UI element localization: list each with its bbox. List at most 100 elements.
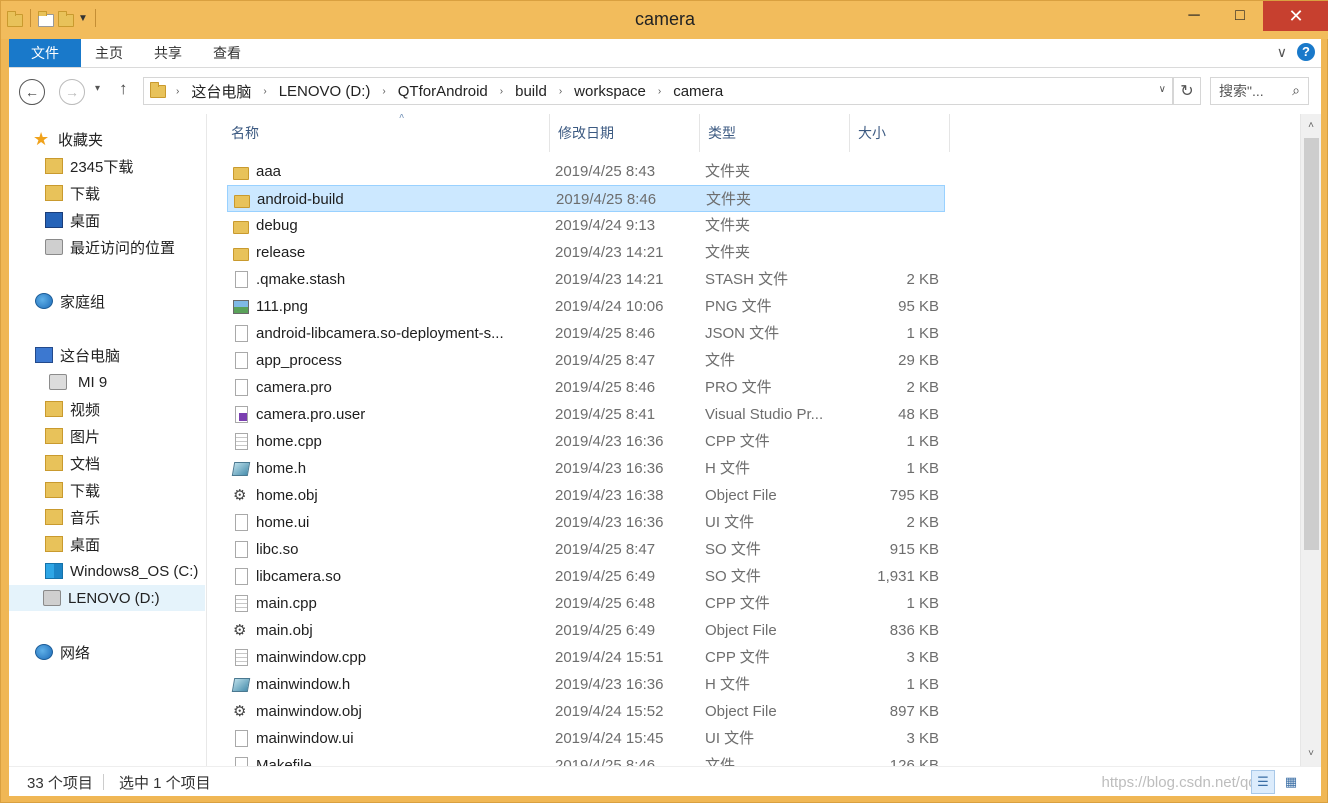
- star-icon: ★: [33, 129, 50, 149]
- file-row[interactable]: android-build 2019/4/25 8:46 文件夹: [227, 185, 945, 212]
- breadcrumb-drive-d[interactable]: LENOVO (D:): [279, 83, 371, 100]
- file-row[interactable]: home.ui 2019/4/23 16:36 UI 文件 2 KB: [227, 509, 945, 536]
- sidebar-item-label: Windows8_OS (C:): [70, 562, 199, 580]
- file-type: SO 文件: [705, 568, 761, 585]
- large-icons-view-icon[interactable]: ▦: [1279, 770, 1303, 794]
- scrollbar-thumb[interactable]: [1304, 138, 1319, 550]
- minimize-button[interactable]: ─: [1171, 1, 1217, 31]
- file-row[interactable]: camera.pro 2019/4/25 8:46 PRO 文件 2 KB: [227, 374, 945, 401]
- address-bar[interactable]: › 这台电脑 › LENOVO (D:) › QTforAndroid › bu…: [143, 77, 1173, 105]
- file-date: 2019/4/25 8:46: [555, 379, 656, 396]
- file-row[interactable]: ⚙ home.obj 2019/4/23 16:38 Object File 795 K…: [227, 482, 945, 509]
- file-row[interactable]: mainwindow.h 2019/4/23 16:36 H 文件 1 KB: [227, 671, 945, 698]
- forward-button[interactable]: →: [59, 79, 85, 105]
- search-input[interactable]: 搜索"... ⌕: [1210, 77, 1309, 105]
- file-date: 2019/4/23 16:38: [555, 487, 664, 504]
- tab-file[interactable]: 文件: [9, 39, 81, 67]
- file-date: 2019/4/25 8:46: [555, 325, 656, 342]
- tab-share[interactable]: 共享: [140, 39, 196, 67]
- maximize-button[interactable]: □: [1217, 1, 1263, 31]
- chevron-down-icon[interactable]: ∨: [1159, 84, 1166, 95]
- file-row[interactable]: app_process 2019/4/25 8:47 文件 29 KB: [227, 347, 945, 374]
- file-type: 文件夹: [705, 163, 751, 180]
- file-name: .qmake.stash: [256, 271, 346, 288]
- breadcrumb-this-pc[interactable]: 这台电脑: [191, 81, 251, 102]
- details-view-icon[interactable]: ☰: [1251, 770, 1275, 794]
- file-row[interactable]: home.cpp 2019/4/23 16:36 CPP 文件 1 KB: [227, 428, 945, 455]
- file-row[interactable]: Makefile 2019/4/25 8:46 文件 126 KB: [227, 752, 945, 766]
- sidebar-item-label: 音乐: [70, 509, 101, 527]
- chevron-right-icon[interactable]: ›: [500, 86, 503, 97]
- file-size: 3 KB: [906, 649, 939, 666]
- recent-locations-button[interactable]: ▾: [95, 83, 100, 94]
- sidebar-item-mi9[interactable]: MI 9: [45, 369, 107, 395]
- sidebar-item-2345-downloads[interactable]: 2345下载: [45, 153, 133, 179]
- sidebar-item-homegroup[interactable]: 家庭组: [35, 288, 105, 314]
- sidebar-item-pc-desktop[interactable]: 桌面: [45, 531, 100, 557]
- breadcrumb-workspace[interactable]: workspace: [574, 83, 646, 100]
- breadcrumb-build[interactable]: build: [515, 83, 547, 100]
- chevron-right-icon[interactable]: ›: [263, 86, 266, 97]
- sidebar-item-network[interactable]: 网络: [35, 639, 90, 665]
- back-button[interactable]: ←: [19, 79, 45, 105]
- close-button[interactable]: ✕: [1263, 1, 1328, 31]
- expand-ribbon-icon[interactable]: ∨: [1277, 44, 1287, 61]
- file-row[interactable]: ⚙ mainwindow.obj 2019/4/24 15:52 Object Fil…: [227, 698, 945, 725]
- file-name: app_process: [256, 352, 342, 369]
- file-icon: [235, 568, 248, 585]
- chevron-right-icon[interactable]: ›: [658, 86, 661, 97]
- sidebar-item-music[interactable]: 音乐: [45, 504, 100, 530]
- sidebar-item-drive-c[interactable]: Windows8_OS (C:): [45, 558, 198, 584]
- file-row[interactable]: .qmake.stash 2019/4/23 14:21 STASH 文件 2 KB: [227, 266, 945, 293]
- search-icon[interactable]: ⌕: [1292, 82, 1300, 99]
- help-icon[interactable]: ?: [1297, 43, 1315, 61]
- sidebar-item-this-pc[interactable]: 这台电脑: [35, 342, 120, 368]
- file-row[interactable]: mainwindow.cpp 2019/4/24 15:51 CPP 文件 3 KB: [227, 644, 945, 671]
- file-row[interactable]: debug 2019/4/24 9:13 文件夹: [227, 212, 945, 239]
- sidebar-item-pc-downloads[interactable]: 下载: [45, 477, 100, 503]
- file-row[interactable]: libcamera.so 2019/4/25 6:49 SO 文件 1,931 KB: [227, 563, 945, 590]
- chevron-right-icon[interactable]: ›: [382, 86, 385, 97]
- navigation-bar: ← → ▾ ↑ › 这台电脑 › LENOVO (D:) › QTforAndr…: [9, 68, 1321, 114]
- refresh-button[interactable]: ↻: [1173, 77, 1201, 105]
- chevron-right-icon[interactable]: ›: [176, 86, 179, 97]
- file-row[interactable]: 111.png 2019/4/24 10:06 PNG 文件 95 KB: [227, 293, 945, 320]
- file-row[interactable]: mainwindow.ui 2019/4/24 15:45 UI 文件 3 KB: [227, 725, 945, 752]
- sidebar-item-pictures[interactable]: 图片: [45, 423, 100, 449]
- file-type: UI 文件: [705, 514, 755, 531]
- column-header-name[interactable]: 名称 ˄: [223, 114, 550, 152]
- file-name: libcamera.so: [256, 568, 342, 585]
- sidebar-item-favorites[interactable]: ★ 收藏夹: [33, 126, 103, 152]
- file-row[interactable]: aaa 2019/4/25 8:43 文件夹: [227, 158, 945, 185]
- up-button[interactable]: ↑: [119, 79, 128, 99]
- chevron-right-icon[interactable]: ›: [559, 86, 562, 97]
- file-row[interactable]: libc.so 2019/4/25 8:47 SO 文件 915 KB: [227, 536, 945, 563]
- sidebar-item-desktop[interactable]: 桌面: [45, 207, 100, 233]
- sidebar-item-recent-places[interactable]: 最近访问的位置: [45, 234, 175, 260]
- sidebar-item-videos[interactable]: 视频: [45, 396, 100, 422]
- sidebar-item-downloads[interactable]: 下载: [45, 180, 100, 206]
- sidebar-item-drive-d[interactable]: LENOVO (D:): [9, 585, 205, 611]
- file-row[interactable]: ⚙ main.obj 2019/4/25 6:49 Object File 836 KB: [227, 617, 945, 644]
- scroll-down-icon[interactable]: ˅: [1301, 744, 1321, 764]
- file-row[interactable]: camera.pro.user 2019/4/25 8:41 Visual Stud…: [227, 401, 945, 428]
- scroll-up-icon[interactable]: ˄: [1301, 116, 1321, 136]
- vertical-scrollbar[interactable]: ˄ ˅: [1300, 114, 1321, 766]
- tab-home[interactable]: 主页: [81, 39, 137, 67]
- file-row[interactable]: release 2019/4/23 14:21 文件夹: [227, 239, 945, 266]
- sidebar-item-label: 这台电脑: [60, 347, 121, 365]
- tab-view[interactable]: 查看: [199, 39, 255, 67]
- column-header-type[interactable]: 类型: [700, 114, 850, 152]
- text-file-icon: [235, 433, 248, 450]
- breadcrumb-camera[interactable]: camera: [673, 83, 723, 100]
- file-row[interactable]: android-libcamera.so-deployment-s... 2019…: [227, 320, 945, 347]
- breadcrumb-qtforandroid[interactable]: QTforAndroid: [398, 83, 488, 100]
- sidebar-item-label: 下载: [70, 482, 101, 500]
- drive-icon: [43, 590, 61, 606]
- column-header-size[interactable]: 大小: [850, 114, 950, 152]
- sidebar-item-label: 最近访问的位置: [70, 239, 176, 257]
- column-header-date[interactable]: 修改日期: [550, 114, 700, 152]
- sidebar-item-documents[interactable]: 文档: [45, 450, 100, 476]
- file-row[interactable]: main.cpp 2019/4/25 6:48 CPP 文件 1 KB: [227, 590, 945, 617]
- file-row[interactable]: home.h 2019/4/23 16:36 H 文件 1 KB: [227, 455, 945, 482]
